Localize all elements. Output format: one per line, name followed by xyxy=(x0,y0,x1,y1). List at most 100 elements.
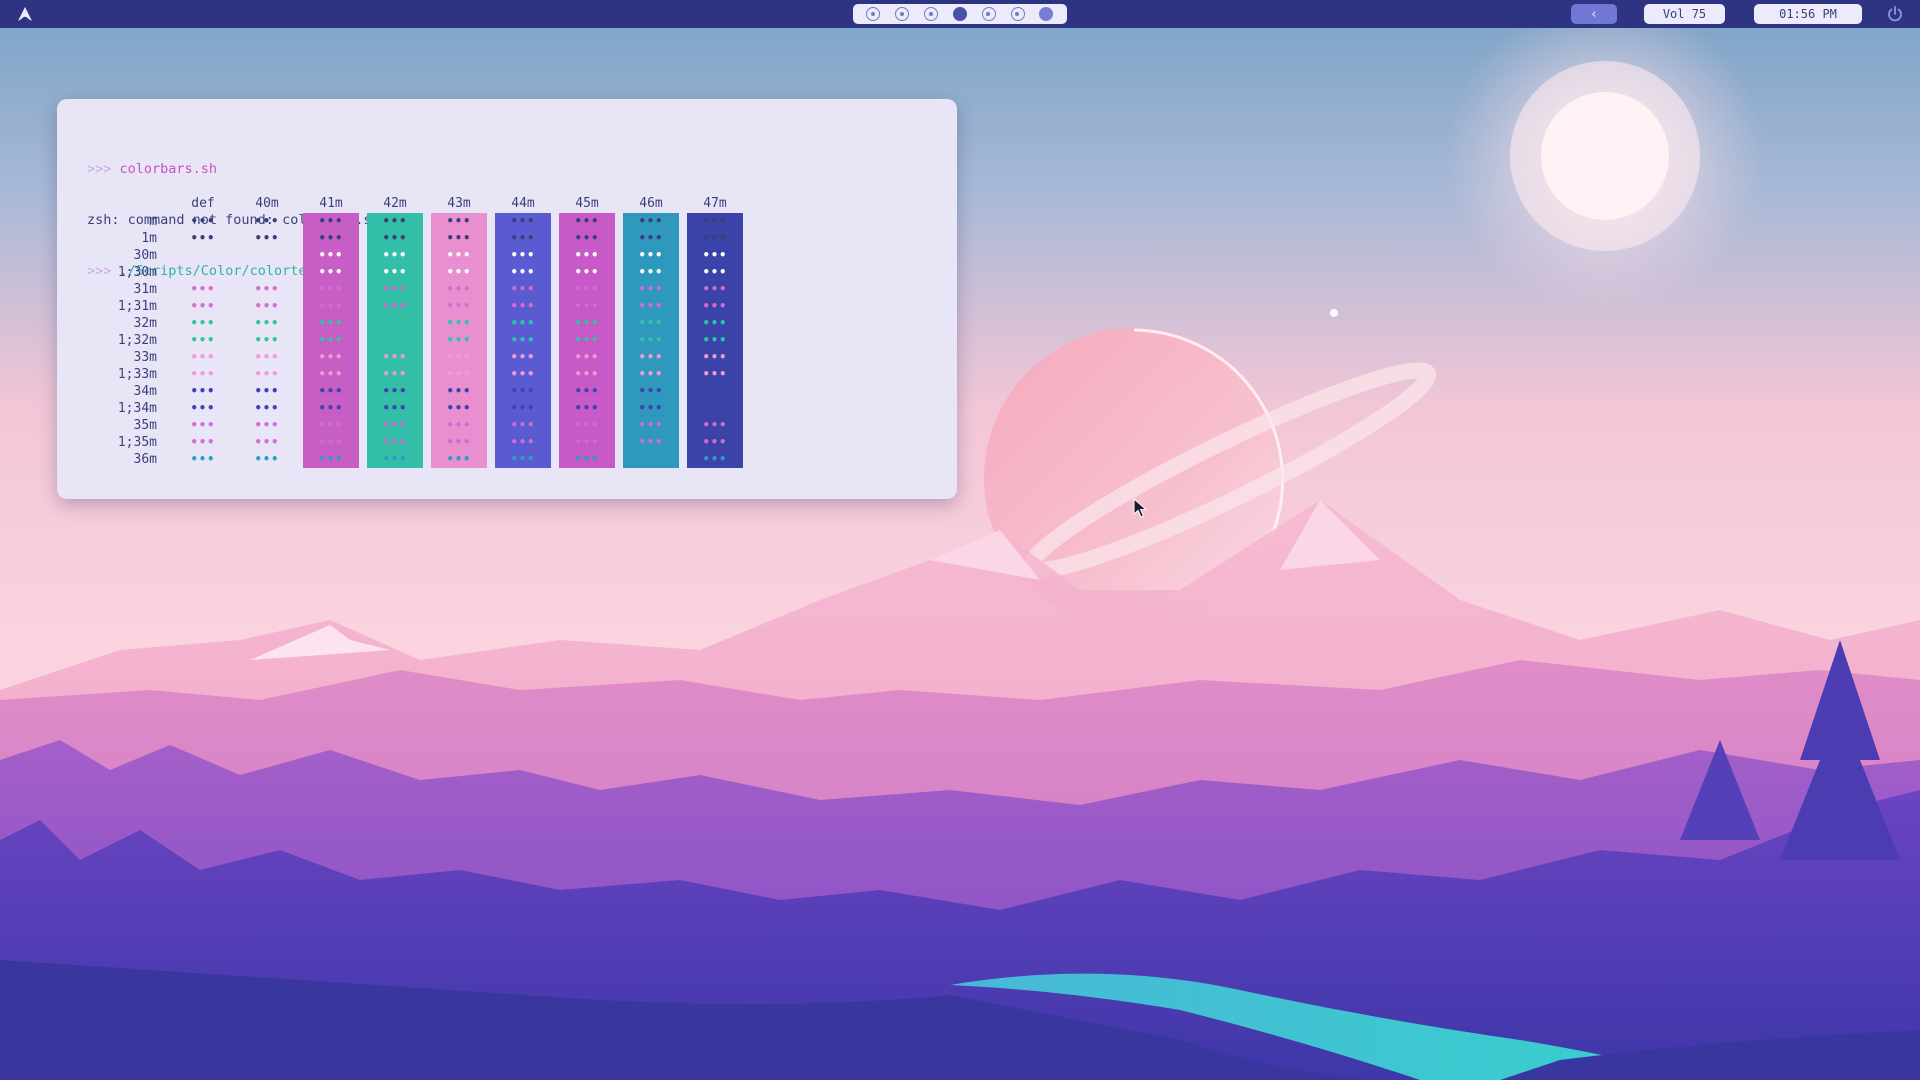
color-sample-dots: ••• xyxy=(254,282,280,296)
color-sample-dots: ••• xyxy=(702,316,728,330)
color-sample-dots: ••• xyxy=(510,367,536,381)
row-label: m xyxy=(149,214,157,229)
column-header: 46m xyxy=(639,196,663,211)
workspace-1-button[interactable] xyxy=(866,7,881,21)
color-sample-dots: ••• xyxy=(702,384,728,398)
workspace-switcher xyxy=(853,4,1067,24)
color-sample-dots: ••• xyxy=(254,367,280,381)
color-sample-dots: ••• xyxy=(318,316,344,330)
column-header: 41m xyxy=(319,196,343,211)
color-sample-dots: ••• xyxy=(574,214,600,228)
color-sample-dots: ••• xyxy=(638,435,664,449)
color-sample-dots: ••• xyxy=(574,384,600,398)
arch-logo-icon[interactable] xyxy=(17,6,33,22)
color-sample-dots: ••• xyxy=(574,401,600,415)
color-sample-dots: ••• xyxy=(318,435,344,449)
color-sample-dots: ••• xyxy=(318,231,344,245)
color-sample-dots: ••• xyxy=(702,299,728,313)
back-button[interactable]: ‹ xyxy=(1571,4,1617,24)
column-header: 45m xyxy=(575,196,599,211)
row-label: 35m xyxy=(133,418,157,433)
color-sample-dots: ••• xyxy=(254,316,280,330)
color-sample-dots: ••• xyxy=(510,418,536,432)
color-sample-dots: ••• xyxy=(190,299,216,313)
workspace-4-button[interactable] xyxy=(952,7,967,21)
clock[interactable]: 01:56 PM xyxy=(1754,4,1862,24)
volume-indicator[interactable]: Vol 75 xyxy=(1644,4,1725,24)
color-sample-dots: ••• xyxy=(510,316,536,330)
color-sample-dots: ••• xyxy=(574,350,600,364)
workspace-2-button[interactable] xyxy=(895,7,910,21)
workspace-6-button[interactable] xyxy=(1010,7,1025,21)
color-sample-dots: ••• xyxy=(638,214,664,228)
color-sample-dots: ••• xyxy=(638,282,664,296)
color-sample-dots: ••• xyxy=(510,248,536,262)
color-sample-dots: ••• xyxy=(254,350,280,364)
color-sample-dots: ••• xyxy=(446,367,472,381)
color-sample-dots: ••• xyxy=(190,418,216,432)
color-sample-dots: ••• xyxy=(382,367,408,381)
terminal-line-1: >>> colorbars.sh xyxy=(87,161,380,178)
color-sample-dots: ••• xyxy=(574,367,600,381)
color-sample-dots: ••• xyxy=(190,214,216,228)
color-sample-dots: ••• xyxy=(446,214,472,228)
color-sample-dots: ••• xyxy=(702,231,728,245)
column-header: 47m xyxy=(703,196,727,211)
color-sample-dots: ••• xyxy=(318,367,344,381)
color-sample-dots: ••• xyxy=(574,452,600,466)
color-sample-dots: ••• xyxy=(254,384,280,398)
color-sample-dots: ••• xyxy=(318,265,344,279)
row-label: 34m xyxy=(133,384,157,399)
color-sample-dots: ••• xyxy=(382,418,408,432)
row-label: 36m xyxy=(133,452,157,467)
power-icon[interactable] xyxy=(1886,5,1904,23)
color-sample-dots: ••• xyxy=(382,299,408,313)
color-sample-dots: ••• xyxy=(638,401,664,415)
column-header: 40m xyxy=(255,196,279,211)
color-sample-dots: ••• xyxy=(190,401,216,415)
color-sample-dots: ••• xyxy=(702,282,728,296)
color-sample-dots: ••• xyxy=(190,316,216,330)
color-sample-dots: ••• xyxy=(702,265,728,279)
color-sample-dots: ••• xyxy=(638,350,664,364)
color-sample-dots: ••• xyxy=(446,452,472,466)
color-sample-dots: ••• xyxy=(638,418,664,432)
color-sample-dots: ••• xyxy=(254,452,280,466)
color-sample-dots: ••• xyxy=(574,316,600,330)
row-label: 33m xyxy=(133,350,157,365)
color-sample-dots: ••• xyxy=(446,333,472,347)
color-sample-dots: ••• xyxy=(446,435,472,449)
color-sample-dots: ••• xyxy=(318,333,344,347)
color-sample-dots: ••• xyxy=(574,418,600,432)
workspace-7-button[interactable] xyxy=(1039,7,1054,21)
color-sample-dots: ••• xyxy=(638,231,664,245)
color-sample-dots: ••• xyxy=(318,214,344,228)
color-sample-dots: ••• xyxy=(638,316,664,330)
color-sample-dots: ••• xyxy=(510,435,536,449)
color-sample-dots: ••• xyxy=(318,418,344,432)
color-sample-dots: ••• xyxy=(254,214,280,228)
color-sample-dots: ••• xyxy=(702,248,728,262)
row-label: 1;35m xyxy=(117,435,157,450)
row-label: 32m xyxy=(133,316,157,331)
workspace-5-button[interactable] xyxy=(981,7,996,21)
color-sample-dots: ••• xyxy=(382,401,408,415)
color-sample-dots: ••• xyxy=(254,401,280,415)
color-sample-dots: ••• xyxy=(190,435,216,449)
color-sample-dots: ••• xyxy=(446,248,472,262)
workspace-3-button[interactable] xyxy=(924,7,939,21)
color-sample-dots: ••• xyxy=(318,452,344,466)
color-sample-dots: ••• xyxy=(574,231,600,245)
column-header: 43m xyxy=(447,196,471,211)
color-sample-dots: ••• xyxy=(318,248,344,262)
color-sample-dots: ••• xyxy=(574,265,600,279)
color-sample-dots: ••• xyxy=(318,350,344,364)
color-sample-dots: ••• xyxy=(510,401,536,415)
color-sample-dots: ••• xyxy=(574,248,600,262)
color-sample-dots: ••• xyxy=(638,452,664,466)
color-sample-dots: ••• xyxy=(638,367,664,381)
prompt-symbol: >>> xyxy=(87,161,112,177)
color-sample-dots: ••• xyxy=(446,350,472,364)
color-sample-dots: ••• xyxy=(574,333,600,347)
terminal-window[interactable]: >>> colorbars.sh zsh: command not found:… xyxy=(57,99,957,499)
